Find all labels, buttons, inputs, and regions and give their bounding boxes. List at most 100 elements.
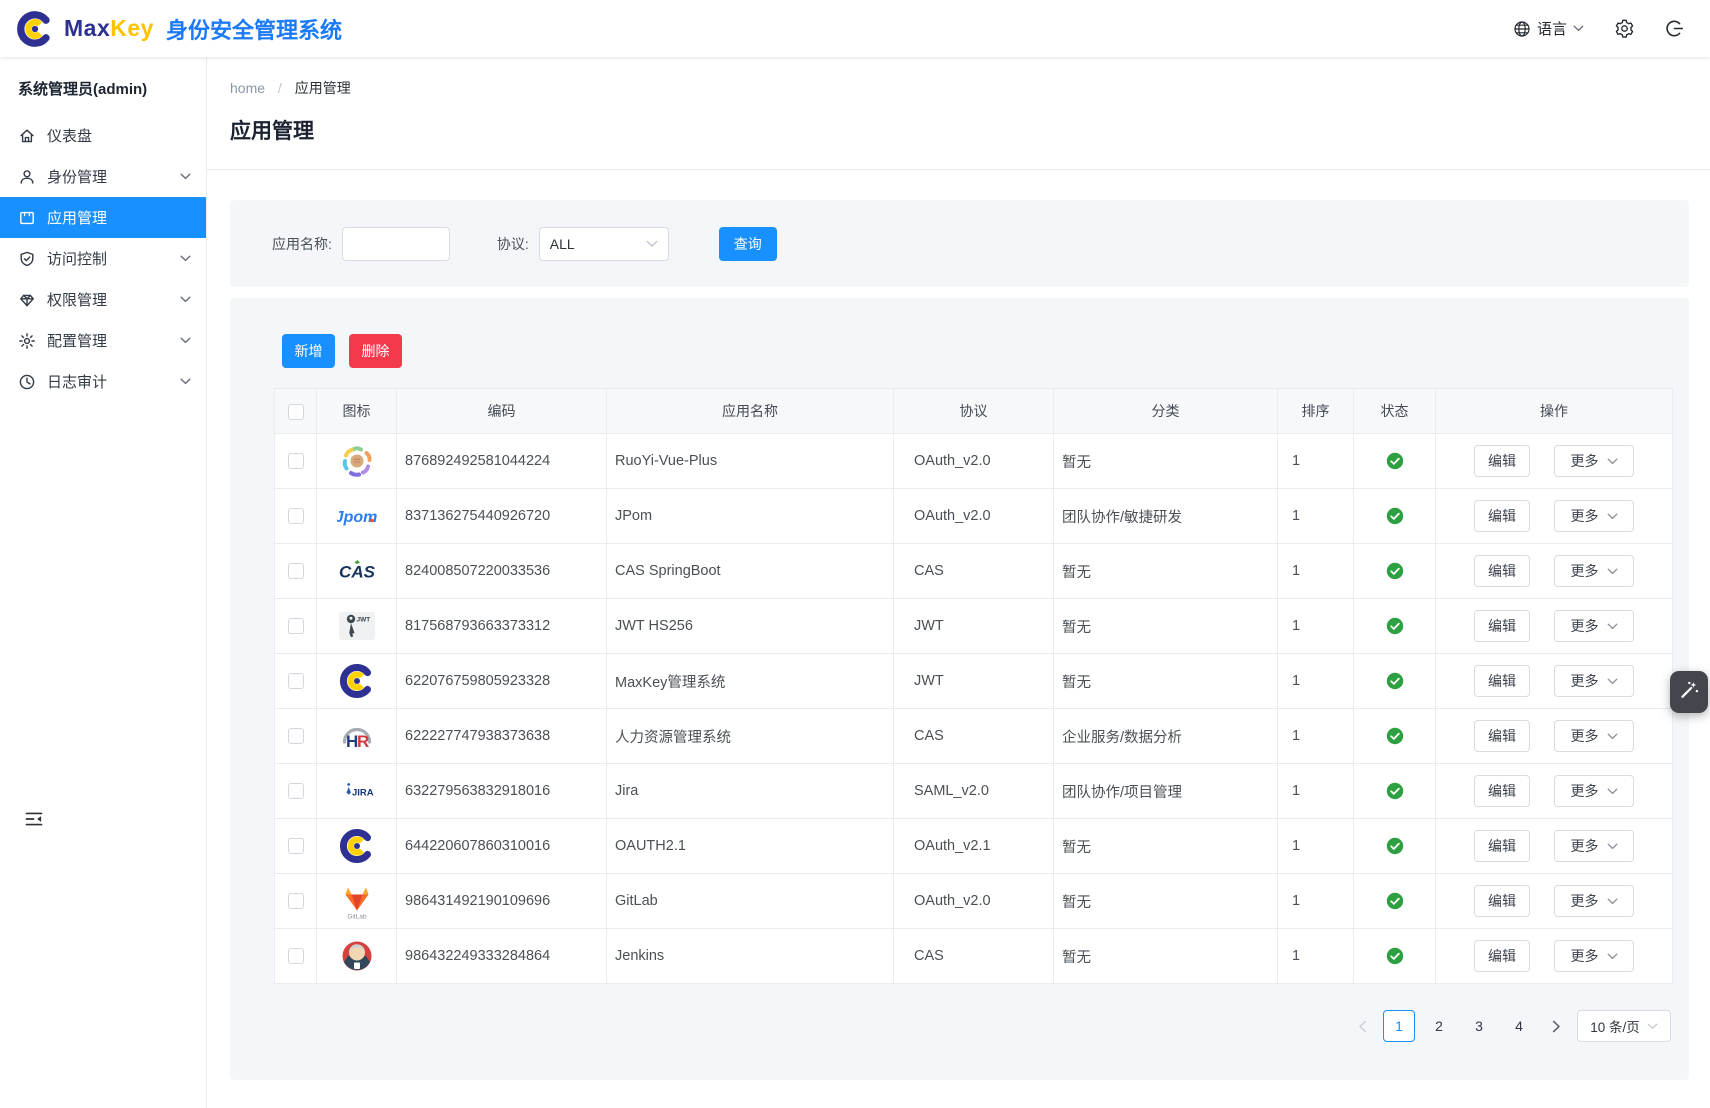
- app-icon-jpom: Jpom: [337, 496, 377, 536]
- app-name: CAS SpringBoot: [607, 544, 894, 599]
- sidebar-item-dashboard[interactable]: 仪表盘: [0, 115, 206, 156]
- settings-gear-icon[interactable]: [1614, 18, 1635, 39]
- row-checkbox[interactable]: [288, 728, 304, 744]
- chevron-down-icon: [1607, 788, 1618, 795]
- sidebar-item-config[interactable]: 配置管理: [0, 320, 206, 361]
- table-row: CAS 824008507220033536 CAS SpringBoot CA…: [275, 544, 1673, 599]
- more-button[interactable]: 更多: [1554, 775, 1634, 807]
- sidebar-item-access-control[interactable]: 访问控制: [0, 238, 206, 279]
- content-area: 应用名称: 协议: ALL 查询 新增 删除: [207, 170, 1710, 1080]
- page-size-select[interactable]: 10 条/页: [1577, 1010, 1671, 1042]
- more-button-label: 更多: [1571, 726, 1599, 746]
- table-row: 622076759805923328 MaxKey管理系统 JWT 暂无 1 编…: [275, 654, 1673, 709]
- gear-icon: [18, 332, 36, 350]
- chevron-down-icon: [646, 240, 658, 248]
- svg-text:GitLab: GitLab: [347, 914, 367, 921]
- row-checkbox[interactable]: [288, 783, 304, 799]
- row-checkbox[interactable]: [288, 508, 304, 524]
- app-code: 824008507220033536: [397, 544, 607, 599]
- app-code: 986431492190109696: [397, 874, 607, 929]
- more-button[interactable]: 更多: [1554, 555, 1634, 587]
- app-protocol: OAuth_v2.0: [894, 874, 1054, 929]
- page-2-button[interactable]: 2: [1423, 1010, 1455, 1042]
- edit-button[interactable]: 编辑: [1474, 940, 1530, 972]
- select-all-checkbox[interactable]: [288, 404, 304, 420]
- edit-button[interactable]: 编辑: [1474, 775, 1530, 807]
- more-button[interactable]: 更多: [1554, 610, 1634, 642]
- row-checkbox[interactable]: [288, 453, 304, 469]
- table-row: 876892492581044224 RuoYi-Vue-Plus OAuth_…: [275, 434, 1673, 489]
- app-icon-gitlab: GitLab: [337, 881, 377, 921]
- app-sort: 1: [1278, 544, 1354, 599]
- search-button[interactable]: 查询: [719, 227, 777, 261]
- sidebar-item-audit[interactable]: 日志审计: [0, 361, 206, 402]
- app-icon-hr: HR: [337, 716, 377, 756]
- app-sort: 1: [1278, 709, 1354, 764]
- more-button[interactable]: 更多: [1554, 885, 1634, 917]
- edit-button[interactable]: 编辑: [1474, 665, 1530, 697]
- app-category: 暂无: [1054, 654, 1278, 709]
- page-3-button[interactable]: 3: [1463, 1010, 1495, 1042]
- floating-assistant-button[interactable]: [1670, 671, 1708, 713]
- more-button[interactable]: 更多: [1554, 830, 1634, 862]
- delete-button[interactable]: 删除: [349, 334, 402, 368]
- sidebar-item-permission[interactable]: 权限管理: [0, 279, 206, 320]
- more-button-label: 更多: [1571, 671, 1599, 691]
- more-button[interactable]: 更多: [1554, 665, 1634, 697]
- app-category: 暂无: [1054, 874, 1278, 929]
- edit-button[interactable]: 编辑: [1474, 555, 1530, 587]
- breadcrumb-separator: /: [278, 80, 282, 96]
- app-name-input[interactable]: [342, 227, 450, 261]
- sidebar-item-apps[interactable]: 应用管理: [0, 197, 206, 238]
- app-sort: 1: [1278, 874, 1354, 929]
- app-name: JPom: [607, 489, 894, 544]
- chevron-down-icon: [1607, 953, 1618, 960]
- app-name: 人力资源管理系统: [607, 709, 894, 764]
- more-button[interactable]: 更多: [1554, 940, 1634, 972]
- edit-button[interactable]: 编辑: [1474, 610, 1530, 642]
- table-row: 644220607860310016 OAUTH2.1 OAuth_v2.1 暂…: [275, 819, 1673, 874]
- logout-icon[interactable]: [1665, 19, 1684, 38]
- edit-button[interactable]: 编辑: [1474, 500, 1530, 532]
- row-checkbox[interactable]: [288, 948, 304, 964]
- sidebar-item-label: 权限管理: [47, 289, 180, 310]
- prev-page-button[interactable]: [1349, 1010, 1375, 1042]
- filter-bar: 应用名称: 协议: ALL 查询: [230, 200, 1689, 287]
- app-category: 团队协作/项目管理: [1054, 764, 1278, 819]
- app-icon-jira: JIRA: [337, 771, 377, 811]
- svg-text:R: R: [357, 732, 369, 751]
- edit-button[interactable]: 编辑: [1474, 445, 1530, 477]
- row-checkbox[interactable]: [288, 673, 304, 689]
- row-checkbox[interactable]: [288, 618, 304, 634]
- row-checkbox[interactable]: [288, 563, 304, 579]
- edit-button[interactable]: 编辑: [1474, 830, 1530, 862]
- more-button[interactable]: 更多: [1554, 445, 1634, 477]
- add-button[interactable]: 新增: [282, 334, 335, 368]
- row-checkbox[interactable]: [288, 893, 304, 909]
- page: MaxKey 身份安全管理系统 语言: [0, 0, 1710, 1108]
- app-name: JWT HS256: [607, 599, 894, 654]
- language-dropdown[interactable]: 语言: [1513, 18, 1584, 39]
- chevron-down-icon: [180, 173, 191, 180]
- chevron-down-icon: [1607, 678, 1618, 685]
- status-enabled-icon: [1386, 452, 1404, 470]
- app-name: MaxKey管理系统: [607, 654, 894, 709]
- app-category: 暂无: [1054, 599, 1278, 654]
- breadcrumb-home[interactable]: home: [230, 80, 265, 96]
- sidebar-item-identity[interactable]: 身份管理: [0, 156, 206, 197]
- svg-text:JIRA: JIRA: [352, 788, 374, 799]
- app-protocol: JWT: [894, 599, 1054, 654]
- more-button[interactable]: 更多: [1554, 720, 1634, 752]
- menu-fold-icon[interactable]: [24, 809, 44, 829]
- edit-button[interactable]: 编辑: [1474, 885, 1530, 917]
- status-enabled-icon: [1386, 892, 1404, 910]
- page-1-button[interactable]: 1: [1383, 1010, 1415, 1042]
- next-page-button[interactable]: [1543, 1010, 1569, 1042]
- edit-button[interactable]: 编辑: [1474, 720, 1530, 752]
- protocol-select[interactable]: ALL: [539, 227, 669, 261]
- row-checkbox[interactable]: [288, 838, 304, 854]
- page-4-button[interactable]: 4: [1503, 1010, 1535, 1042]
- top-header: MaxKey 身份安全管理系统 语言: [0, 0, 1710, 57]
- column-header: 编码: [397, 389, 607, 434]
- more-button[interactable]: 更多: [1554, 500, 1634, 532]
